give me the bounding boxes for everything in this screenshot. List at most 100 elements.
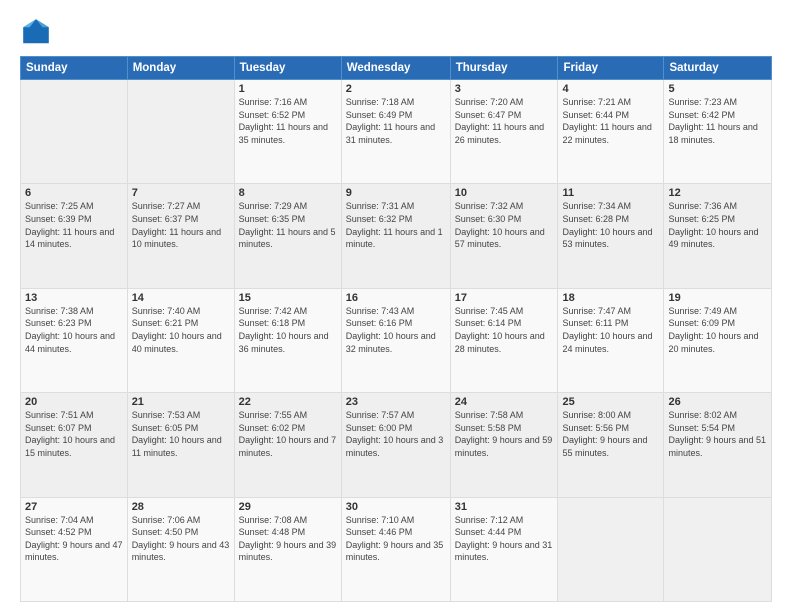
calendar-cell: 20Sunrise: 7:51 AM Sunset: 6:07 PM Dayli… <box>21 393 128 497</box>
day-detail: Sunrise: 7:27 AM Sunset: 6:37 PM Dayligh… <box>132 200 230 250</box>
calendar-cell: 9Sunrise: 7:31 AM Sunset: 6:32 PM Daylig… <box>341 184 450 288</box>
day-number: 20 <box>25 396 123 408</box>
calendar-cell <box>127 80 234 184</box>
day-number: 3 <box>455 83 554 95</box>
weekday-header-tuesday: Tuesday <box>234 57 341 80</box>
day-number: 18 <box>562 292 659 304</box>
day-number: 17 <box>455 292 554 304</box>
day-number: 27 <box>25 501 123 513</box>
day-number: 28 <box>132 501 230 513</box>
calendar-cell: 26Sunrise: 8:02 AM Sunset: 5:54 PM Dayli… <box>664 393 772 497</box>
calendar-cell: 16Sunrise: 7:43 AM Sunset: 6:16 PM Dayli… <box>341 288 450 392</box>
day-number: 13 <box>25 292 123 304</box>
day-detail: Sunrise: 8:02 AM Sunset: 5:54 PM Dayligh… <box>668 409 767 459</box>
day-number: 12 <box>668 187 767 199</box>
calendar-cell: 1Sunrise: 7:16 AM Sunset: 6:52 PM Daylig… <box>234 80 341 184</box>
day-number: 15 <box>239 292 337 304</box>
calendar-cell: 2Sunrise: 7:18 AM Sunset: 6:49 PM Daylig… <box>341 80 450 184</box>
calendar-cell: 29Sunrise: 7:08 AM Sunset: 4:48 PM Dayli… <box>234 497 341 601</box>
day-number: 14 <box>132 292 230 304</box>
calendar-cell: 19Sunrise: 7:49 AM Sunset: 6:09 PM Dayli… <box>664 288 772 392</box>
day-detail: Sunrise: 8:00 AM Sunset: 5:56 PM Dayligh… <box>562 409 659 459</box>
day-number: 29 <box>239 501 337 513</box>
calendar-cell: 11Sunrise: 7:34 AM Sunset: 6:28 PM Dayli… <box>558 184 664 288</box>
calendar-table: SundayMondayTuesdayWednesdayThursdayFrid… <box>20 56 772 602</box>
day-number: 6 <box>25 187 123 199</box>
calendar-cell: 5Sunrise: 7:23 AM Sunset: 6:42 PM Daylig… <box>664 80 772 184</box>
day-number: 7 <box>132 187 230 199</box>
weekday-header-saturday: Saturday <box>664 57 772 80</box>
day-detail: Sunrise: 7:58 AM Sunset: 5:58 PM Dayligh… <box>455 409 554 459</box>
day-number: 23 <box>346 396 446 408</box>
calendar-cell: 14Sunrise: 7:40 AM Sunset: 6:21 PM Dayli… <box>127 288 234 392</box>
day-detail: Sunrise: 7:29 AM Sunset: 6:35 PM Dayligh… <box>239 200 337 250</box>
day-number: 19 <box>668 292 767 304</box>
day-detail: Sunrise: 7:53 AM Sunset: 6:05 PM Dayligh… <box>132 409 230 459</box>
day-number: 1 <box>239 83 337 95</box>
day-number: 31 <box>455 501 554 513</box>
calendar-cell: 4Sunrise: 7:21 AM Sunset: 6:44 PM Daylig… <box>558 80 664 184</box>
day-number: 4 <box>562 83 659 95</box>
day-detail: Sunrise: 7:04 AM Sunset: 4:52 PM Dayligh… <box>25 514 123 564</box>
weekday-header-friday: Friday <box>558 57 664 80</box>
calendar-cell: 12Sunrise: 7:36 AM Sunset: 6:25 PM Dayli… <box>664 184 772 288</box>
day-detail: Sunrise: 7:32 AM Sunset: 6:30 PM Dayligh… <box>455 200 554 250</box>
logo-icon <box>20 16 52 48</box>
day-detail: Sunrise: 7:10 AM Sunset: 4:46 PM Dayligh… <box>346 514 446 564</box>
day-detail: Sunrise: 7:16 AM Sunset: 6:52 PM Dayligh… <box>239 96 337 146</box>
calendar-cell <box>558 497 664 601</box>
calendar-cell: 28Sunrise: 7:06 AM Sunset: 4:50 PM Dayli… <box>127 497 234 601</box>
calendar-cell: 31Sunrise: 7:12 AM Sunset: 4:44 PM Dayli… <box>450 497 558 601</box>
weekday-header-wednesday: Wednesday <box>341 57 450 80</box>
calendar-cell: 25Sunrise: 8:00 AM Sunset: 5:56 PM Dayli… <box>558 393 664 497</box>
calendar-cell: 15Sunrise: 7:42 AM Sunset: 6:18 PM Dayli… <box>234 288 341 392</box>
calendar-cell: 18Sunrise: 7:47 AM Sunset: 6:11 PM Dayli… <box>558 288 664 392</box>
calendar-cell: 13Sunrise: 7:38 AM Sunset: 6:23 PM Dayli… <box>21 288 128 392</box>
day-detail: Sunrise: 7:23 AM Sunset: 6:42 PM Dayligh… <box>668 96 767 146</box>
day-detail: Sunrise: 7:25 AM Sunset: 6:39 PM Dayligh… <box>25 200 123 250</box>
calendar-cell <box>21 80 128 184</box>
calendar-cell: 30Sunrise: 7:10 AM Sunset: 4:46 PM Dayli… <box>341 497 450 601</box>
page-header <box>20 16 772 48</box>
weekday-header-monday: Monday <box>127 57 234 80</box>
weekday-header-sunday: Sunday <box>21 57 128 80</box>
calendar-cell: 3Sunrise: 7:20 AM Sunset: 6:47 PM Daylig… <box>450 80 558 184</box>
day-detail: Sunrise: 7:18 AM Sunset: 6:49 PM Dayligh… <box>346 96 446 146</box>
calendar-cell: 10Sunrise: 7:32 AM Sunset: 6:30 PM Dayli… <box>450 184 558 288</box>
day-detail: Sunrise: 7:12 AM Sunset: 4:44 PM Dayligh… <box>455 514 554 564</box>
day-number: 30 <box>346 501 446 513</box>
calendar-cell <box>664 497 772 601</box>
day-detail: Sunrise: 7:40 AM Sunset: 6:21 PM Dayligh… <box>132 305 230 355</box>
day-number: 2 <box>346 83 446 95</box>
day-number: 22 <box>239 396 337 408</box>
day-detail: Sunrise: 7:31 AM Sunset: 6:32 PM Dayligh… <box>346 200 446 250</box>
calendar-cell: 7Sunrise: 7:27 AM Sunset: 6:37 PM Daylig… <box>127 184 234 288</box>
day-number: 16 <box>346 292 446 304</box>
day-detail: Sunrise: 7:49 AM Sunset: 6:09 PM Dayligh… <box>668 305 767 355</box>
day-detail: Sunrise: 7:06 AM Sunset: 4:50 PM Dayligh… <box>132 514 230 564</box>
day-detail: Sunrise: 7:45 AM Sunset: 6:14 PM Dayligh… <box>455 305 554 355</box>
day-number: 24 <box>455 396 554 408</box>
day-detail: Sunrise: 7:47 AM Sunset: 6:11 PM Dayligh… <box>562 305 659 355</box>
calendar-cell: 22Sunrise: 7:55 AM Sunset: 6:02 PM Dayli… <box>234 393 341 497</box>
day-detail: Sunrise: 7:34 AM Sunset: 6:28 PM Dayligh… <box>562 200 659 250</box>
day-number: 25 <box>562 396 659 408</box>
weekday-header-thursday: Thursday <box>450 57 558 80</box>
day-number: 8 <box>239 187 337 199</box>
day-detail: Sunrise: 7:38 AM Sunset: 6:23 PM Dayligh… <box>25 305 123 355</box>
calendar-cell: 21Sunrise: 7:53 AM Sunset: 6:05 PM Dayli… <box>127 393 234 497</box>
day-number: 26 <box>668 396 767 408</box>
day-detail: Sunrise: 7:42 AM Sunset: 6:18 PM Dayligh… <box>239 305 337 355</box>
day-number: 21 <box>132 396 230 408</box>
day-number: 5 <box>668 83 767 95</box>
calendar-cell: 23Sunrise: 7:57 AM Sunset: 6:00 PM Dayli… <box>341 393 450 497</box>
day-number: 9 <box>346 187 446 199</box>
day-detail: Sunrise: 7:55 AM Sunset: 6:02 PM Dayligh… <box>239 409 337 459</box>
day-detail: Sunrise: 7:43 AM Sunset: 6:16 PM Dayligh… <box>346 305 446 355</box>
logo <box>20 16 58 48</box>
day-number: 11 <box>562 187 659 199</box>
day-detail: Sunrise: 7:21 AM Sunset: 6:44 PM Dayligh… <box>562 96 659 146</box>
day-detail: Sunrise: 7:51 AM Sunset: 6:07 PM Dayligh… <box>25 409 123 459</box>
day-detail: Sunrise: 7:36 AM Sunset: 6:25 PM Dayligh… <box>668 200 767 250</box>
calendar-cell: 24Sunrise: 7:58 AM Sunset: 5:58 PM Dayli… <box>450 393 558 497</box>
